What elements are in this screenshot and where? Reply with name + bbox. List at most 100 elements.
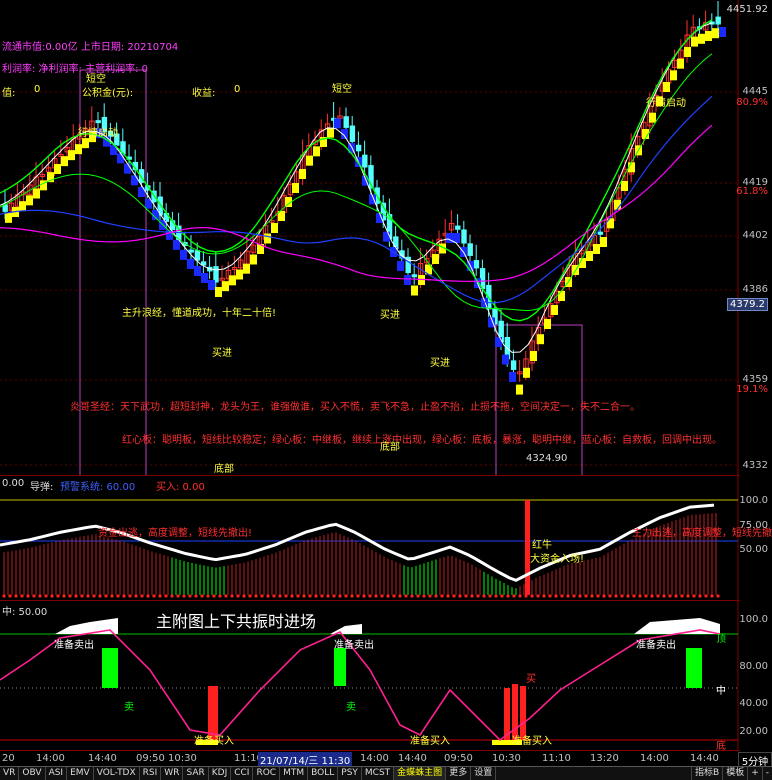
signal-blocks	[55, 618, 720, 745]
baseline-dot	[392, 594, 396, 598]
tab-template[interactable]: 模板	[722, 767, 747, 780]
trend-block	[173, 239, 180, 250]
sell-marker: 卖	[124, 702, 134, 713]
time-tick: 14:00	[640, 753, 669, 764]
tab-boll[interactable]: BOLL	[308, 767, 339, 780]
income-label: 收益:	[192, 88, 216, 99]
tab-vol-tdx[interactable]: VOL-TDX	[94, 767, 140, 780]
tab-settings[interactable]: 设置	[471, 767, 497, 780]
trend-block	[397, 261, 404, 271]
baseline-dot	[134, 594, 138, 598]
trend-block	[5, 212, 12, 223]
time-tick: 10:30	[168, 753, 197, 764]
tab-rsi[interactable]: RSI	[140, 767, 162, 780]
baseline-dot	[158, 594, 162, 598]
baseline-dot	[128, 594, 132, 598]
tab-emv[interactable]: EMV	[67, 767, 94, 780]
flow-lines	[0, 503, 715, 582]
short-sell-marker: 短空	[332, 84, 352, 95]
zoom-in-button[interactable]: +	[747, 767, 762, 780]
tab-mcst[interactable]: MCST	[362, 767, 395, 780]
tab-cci[interactable]: CCI	[231, 767, 254, 780]
candle-body	[455, 225, 461, 230]
tab-mtm[interactable]: MTM	[280, 767, 309, 780]
tab-sar[interactable]: SAR	[183, 767, 209, 780]
sub2-level: 100.0	[739, 614, 768, 625]
baseline-dot	[26, 594, 30, 598]
trend-block	[523, 367, 530, 378]
baseline-dot	[296, 594, 300, 598]
candlestick-series	[2, 1, 721, 382]
baseline-dot	[212, 594, 216, 598]
buy-star-marker: 买	[526, 674, 536, 685]
sub1-level: 100.0	[739, 495, 768, 506]
oscillator-indicator[interactable]	[0, 600, 772, 750]
baseline-dot	[596, 594, 600, 598]
tab-vr[interactable]: VR	[0, 767, 20, 780]
tab-kdj[interactable]: KDJ	[209, 767, 232, 780]
buy-block	[504, 688, 510, 740]
sub2-level: 20.00	[739, 726, 768, 737]
trend-block	[82, 138, 89, 149]
tab-obv[interactable]: OBV	[19, 767, 46, 780]
buy-marker: 买进	[380, 310, 400, 321]
fib-pct-label: 61.8%	[736, 186, 768, 197]
baseline-dot	[92, 594, 96, 598]
baseline-dot	[362, 594, 366, 598]
baseline-dot	[176, 594, 180, 598]
candle-body	[2, 204, 8, 212]
trend-block	[495, 337, 502, 347]
trend-block	[383, 231, 390, 242]
mid-zone-label: 中	[716, 686, 726, 697]
tab-psy[interactable]: PSY	[338, 767, 362, 780]
time-tick: 20	[2, 753, 15, 764]
price-axis-label: 4386	[742, 284, 768, 295]
tab-more[interactable]: 更多	[446, 767, 472, 780]
trend-block	[432, 254, 439, 264]
tab-roc[interactable]: ROC	[253, 767, 281, 780]
zoom-out-button[interactable]: -	[761, 767, 772, 780]
tab-wr[interactable]: WR	[161, 767, 184, 780]
trend-block	[313, 146, 320, 157]
tab-indicator-b[interactable]: 指标B	[691, 767, 722, 780]
baseline-dot	[632, 594, 636, 598]
baseline-dot	[680, 594, 684, 598]
baseline-dot	[338, 594, 342, 598]
trend-block	[586, 251, 593, 261]
candle-body	[411, 274, 418, 278]
candle-body	[461, 229, 467, 244]
trend-block	[509, 372, 516, 382]
sell-block	[686, 648, 702, 688]
baseline-dot	[266, 594, 270, 598]
candle-body	[355, 144, 362, 152]
baseline-dot	[182, 594, 186, 598]
trend-block	[530, 351, 537, 361]
baseline-dot	[674, 594, 678, 598]
time-tick: 11:10	[542, 753, 571, 764]
trend-block	[264, 233, 271, 244]
candle-body	[467, 243, 473, 256]
baseline-dot	[584, 594, 588, 598]
baseline-dot	[464, 594, 468, 598]
baseline-dot	[614, 594, 618, 598]
candle-body	[510, 360, 517, 370]
trend-block	[446, 233, 453, 243]
time-tick: 14:40	[88, 753, 117, 764]
tab-asi[interactable]: ASI	[46, 767, 68, 780]
sub2-level: 80.00	[739, 661, 768, 672]
baseline-dot	[320, 594, 324, 598]
flow-histogram	[2, 500, 720, 598]
trend-block	[698, 33, 705, 44]
baseline-dot	[560, 594, 564, 598]
baseline-dot	[554, 594, 558, 598]
trend-block	[411, 285, 418, 296]
tab-main-indicator[interactable]: 金蝶蛛主图	[394, 767, 447, 780]
trend-block	[600, 237, 607, 247]
candle-body	[715, 16, 721, 25]
baseline-dot	[110, 594, 114, 598]
time-tick: 09:50	[444, 753, 473, 764]
baseline-dot	[20, 594, 24, 598]
warning-system-label: 预警系统: 60.00	[60, 482, 136, 493]
baseline-dot	[668, 594, 672, 598]
trend-block	[649, 112, 656, 123]
